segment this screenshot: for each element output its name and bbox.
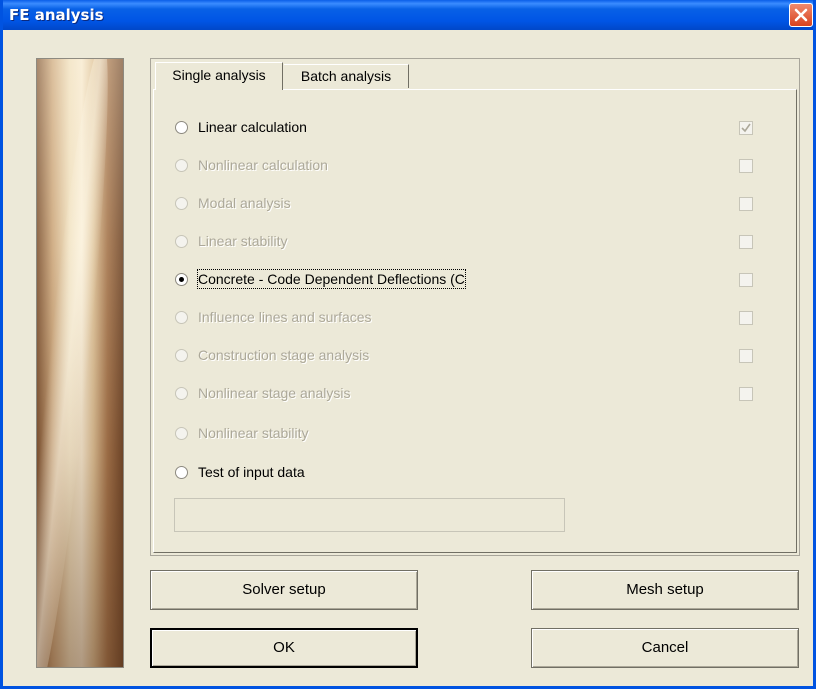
option-label: Concrete - Code Dependent Deflections (C <box>197 269 466 289</box>
option-label: Test of input data <box>198 464 305 480</box>
title-bar[interactable]: FE analysis <box>3 0 813 30</box>
option-label: Linear stability <box>198 233 288 249</box>
tab-single-analysis[interactable]: Single analysis <box>155 62 283 90</box>
close-icon <box>794 8 808 22</box>
option-label: Linear calculation <box>198 119 307 135</box>
fe-analysis-dialog: FE analysis Single analysis Batch analys… <box>0 0 816 689</box>
option-label: Influence lines and surfaces <box>198 309 372 325</box>
radio-selected-dot <box>179 277 184 282</box>
radio-button <box>175 387 188 400</box>
decorative-hair-image <box>36 58 124 668</box>
checkbox-construction-stage-analysis <box>739 349 753 363</box>
checkbox-nonlinear-calculation <box>739 159 753 173</box>
radio-button[interactable] <box>175 273 188 286</box>
checkbox-linear-calculation <box>739 121 753 135</box>
test-input-field <box>174 498 565 532</box>
radio-button[interactable] <box>175 121 188 134</box>
checkbox-nonlinear-stage-analysis <box>739 387 753 401</box>
option-label: Nonlinear stage analysis <box>198 385 351 401</box>
ok-button[interactable]: OK <box>150 628 418 668</box>
option-label: Construction stage analysis <box>198 347 370 363</box>
radio-button <box>175 159 188 172</box>
cancel-button[interactable]: Cancel <box>531 628 799 668</box>
window-title: FE analysis <box>9 6 104 24</box>
tab-batch-analysis[interactable]: Batch analysis <box>284 64 409 88</box>
radio-button <box>175 427 188 440</box>
radio-button <box>175 235 188 248</box>
option-label: Nonlinear stability <box>198 425 309 441</box>
close-button[interactable] <box>789 3 813 27</box>
checkbox-linear-stability <box>739 235 753 249</box>
option-label: Modal analysis <box>198 195 291 211</box>
checkbox-influence-lines <box>739 311 753 325</box>
option-label: Nonlinear calculation <box>198 157 328 173</box>
solver-setup-button[interactable]: Solver setup <box>150 570 418 610</box>
mesh-setup-button[interactable]: Mesh setup <box>531 570 799 610</box>
radio-button[interactable] <box>175 466 188 479</box>
checkbox-concrete-code-dependent-deflections <box>739 273 753 287</box>
radio-button <box>175 311 188 324</box>
checkmark-icon <box>741 123 751 133</box>
checkbox-modal-analysis <box>739 197 753 211</box>
radio-button <box>175 349 188 362</box>
radio-button <box>175 197 188 210</box>
